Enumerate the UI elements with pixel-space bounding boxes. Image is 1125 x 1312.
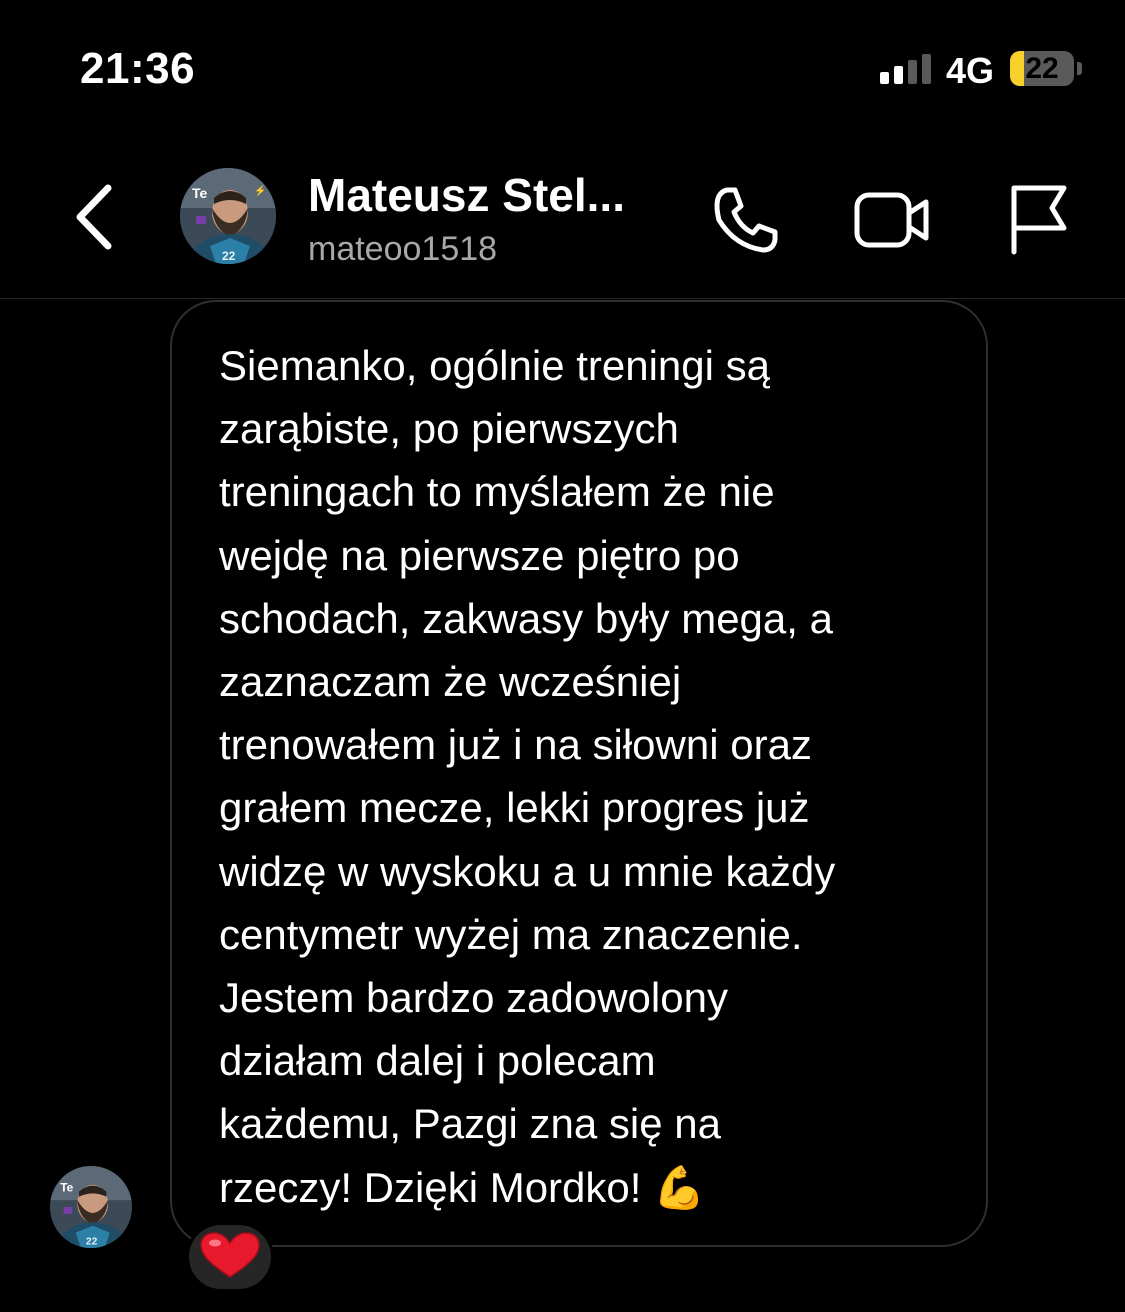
flag-icon: [1011, 185, 1067, 255]
svg-text:Te: Te: [60, 1181, 73, 1195]
video-camera-icon: [854, 192, 929, 248]
signal-bar: [894, 66, 903, 84]
chat-header: Te ⚡ 22 Mateusz Stel... mateoo1518: [0, 150, 1125, 300]
message-bubble[interactable]: Siemanko, ogólnie treningi są zarąbiste,…: [170, 300, 988, 1247]
contact-username[interactable]: mateoo1518: [308, 230, 497, 269]
reaction-badge[interactable]: [186, 1222, 274, 1292]
report-button[interactable]: [1002, 180, 1082, 260]
avatar[interactable]: Te ⚡ 22: [180, 168, 276, 264]
svg-text:Te: Te: [192, 185, 208, 201]
svg-text:22: 22: [86, 1237, 98, 1248]
heart-icon: [200, 1232, 260, 1278]
sender-avatar[interactable]: Te 22: [50, 1166, 132, 1248]
signal-bar: [922, 54, 931, 84]
contact-display-name[interactable]: Mateusz Stel...: [308, 168, 625, 222]
header-divider: [0, 298, 1125, 299]
call-button[interactable]: [705, 180, 785, 260]
cellular-signal-icon: [880, 54, 934, 84]
svg-text:⚡: ⚡: [254, 184, 266, 197]
svg-text:22: 22: [222, 249, 236, 263]
chevron-left-icon: [76, 184, 112, 250]
dm-screen: 21:36 4G 22 Te ⚡ 22 Mateusz Stel... mate…: [0, 0, 1125, 1312]
profile-photo: Te 22: [50, 1166, 132, 1248]
status-time: 21:36: [80, 44, 196, 93]
signal-bar: [908, 60, 917, 84]
signal-bar: [880, 72, 889, 84]
profile-photo: Te ⚡ 22: [180, 168, 276, 264]
phone-icon: [714, 187, 778, 253]
video-call-button[interactable]: [852, 180, 932, 260]
message-text: Siemanko, ogólnie treningi są zarąbiste,…: [219, 342, 836, 1211]
battery-nub: [1077, 62, 1082, 75]
back-button[interactable]: [68, 180, 128, 254]
network-type: 4G: [946, 50, 995, 91]
battery-icon: 22: [1010, 51, 1074, 86]
battery-percent: 22: [1025, 52, 1059, 85]
